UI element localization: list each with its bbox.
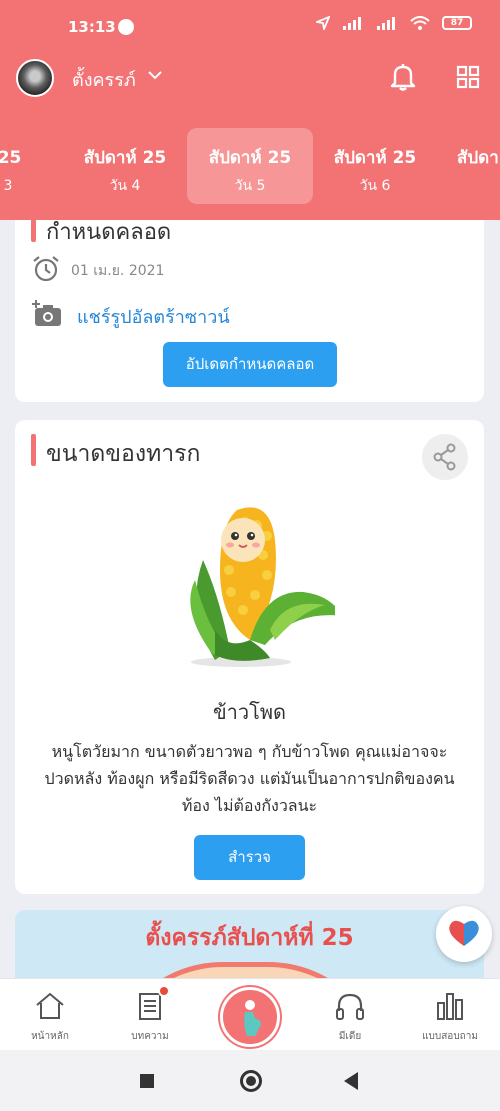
tab-day-label: วัน 6 [359,178,391,194]
tab-day-label: วัน 4 [109,178,141,194]
alarm-clock-icon [33,256,59,282]
signal-icon [343,17,361,30]
nav-survey[interactable]: แบบสอบถาม [410,979,490,1051]
nav-pregnancy-button[interactable] [220,987,280,1047]
tab-week-label: ห์ 25 [0,148,22,168]
status-time: 13:13 [68,18,116,36]
tab-day-label: วัน 5 [234,178,266,194]
tab-day-7[interactable]: สัปดา [437,128,500,204]
update-due-date-button[interactable]: อัปเดตกำหนดคลอด [163,342,337,387]
due-date-card: กำหนดคลอด 01 เม.ย. 2021 แชร์รูปอัลตร้าซา… [15,190,484,402]
recent-apps-button[interactable] [140,1074,154,1088]
bottom-navigation: หน้าหลัก บทความ มีเดีย แบบสอบถาม [0,978,500,1050]
app-header: 13:13 87 ตั้งครรภ์ ห์ 25 น 3 สัปดาห์ 25 … [0,0,500,220]
grid-icon[interactable] [456,65,480,89]
due-date-value: 01 เม.ย. 2021 [71,263,165,279]
bell-icon[interactable] [390,63,416,91]
tab-day-4[interactable]: สัปดาห์ 25 วัน 4 [62,128,188,204]
profile-name[interactable]: ตั้งครรภ์ [72,65,136,94]
tab-day-6[interactable]: สัปดาห์ 25 วัน 6 [312,128,438,204]
nav-media-label: มีเดีย [338,1031,362,1042]
status-bar: 13:13 87 [0,14,500,44]
banner-title: ตั้งครรภ์สัปดาห์ที่ 25 [145,925,354,951]
avatar[interactable] [16,59,54,97]
status-icons: 87 [316,16,472,30]
wifi-icon [410,16,430,30]
battery-icon: 87 [442,16,472,30]
nav-articles[interactable]: บทความ [110,979,190,1051]
week-day-tabs: ห์ 25 น 3 สัปดาห์ 25 วัน 4 สัปดาห์ 25 วั… [0,128,500,204]
fruit-name: ข้าวโพด [212,700,287,724]
nav-media[interactable]: มีเดีย [310,979,390,1051]
tab-day-3[interactable]: ห์ 25 น 3 [0,128,64,204]
share-ultrasound-link[interactable]: แชร์รูปอัลตร้าซาวน์ [77,302,230,331]
baby-size-card: ขนาดของทารก ข้าวโพด หนูโตวัยมาก ขนาดตัวย… [15,420,484,894]
share-button[interactable] [422,434,468,480]
nav-survey-label: แบบสอบถาม [422,1031,478,1042]
nav-home[interactable]: หน้าหลัก [10,979,90,1051]
tab-week-label: สัปดาห์ 25 [208,148,292,168]
corn-illustration [190,507,335,667]
baby-size-description: หนูโตวัยมาก ขนาดตัวยาวพอ ๆ กับข้าวโพด คุ… [44,742,455,815]
add-photo-icon[interactable] [31,298,63,328]
top-bar: ตั้งครรภ์ [0,55,500,101]
share-icon [433,443,456,471]
title-accent-bar [31,218,36,242]
tab-day-5[interactable]: สัปดาห์ 25 วัน 5 [187,128,313,204]
tab-day-label: น 3 [0,178,13,194]
tab-week-label: สัปดา [457,148,499,168]
location-icon [316,16,330,30]
headphones-icon [336,993,364,1020]
nav-home-label: หน้าหลัก [31,1031,69,1042]
app-notification-icon [118,19,134,35]
title-accent-bar [31,434,36,466]
pregnant-woman-icon [244,1000,261,1036]
explore-button[interactable]: สำรวจ [194,835,305,880]
back-button[interactable] [344,1072,358,1090]
notification-dot [158,985,170,997]
heart-fab-button[interactable] [436,906,492,962]
system-navigation-bar [0,1050,500,1111]
tab-week-label: สัปดาห์ 25 [83,148,167,168]
baby-size-title: ขนาดของทารก [46,441,201,467]
signal-icon-2 [377,17,395,30]
home-icon [36,992,64,1019]
chevron-down-icon[interactable] [147,67,163,83]
bar-chart-icon [437,993,463,1020]
home-button[interactable] [240,1070,262,1092]
nav-articles-label: บทความ [131,1031,169,1042]
tab-week-label: สัปดาห์ 25 [333,148,417,168]
heart-icon [449,920,479,946]
